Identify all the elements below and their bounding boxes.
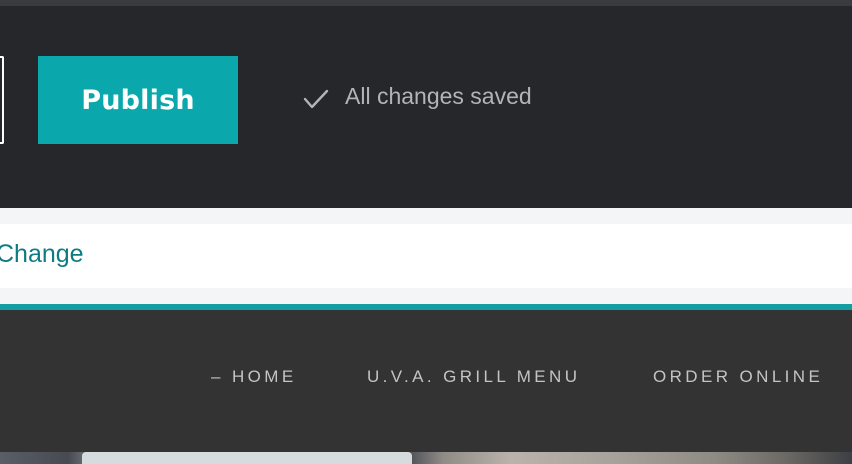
hero-image-panel <box>82 452 412 464</box>
divider-gap <box>0 288 852 304</box>
nav-item-home[interactable]: – HOME <box>211 367 297 387</box>
nav-item-grill-menu[interactable]: U.V.A. GRILL MENU <box>367 367 580 387</box>
nav-item-order-online[interactable]: ORDER ONLINE <box>653 367 823 387</box>
divider-gap <box>0 208 852 224</box>
preview-button[interactable] <box>0 56 4 144</box>
save-status-text: All changes saved <box>345 82 532 109</box>
change-bar: Change <box>0 224 852 288</box>
editor-toolbar: Publish All changes saved <box>0 6 852 208</box>
publish-button[interactable]: Publish <box>38 56 238 144</box>
save-status: All changes saved <box>303 82 532 110</box>
change-link[interactable]: Change <box>0 240 84 269</box>
checkmark-icon <box>303 89 329 109</box>
site-navigation: – HOME U.V.A. GRILL MENU ORDER ONLINE <box>0 310 852 452</box>
